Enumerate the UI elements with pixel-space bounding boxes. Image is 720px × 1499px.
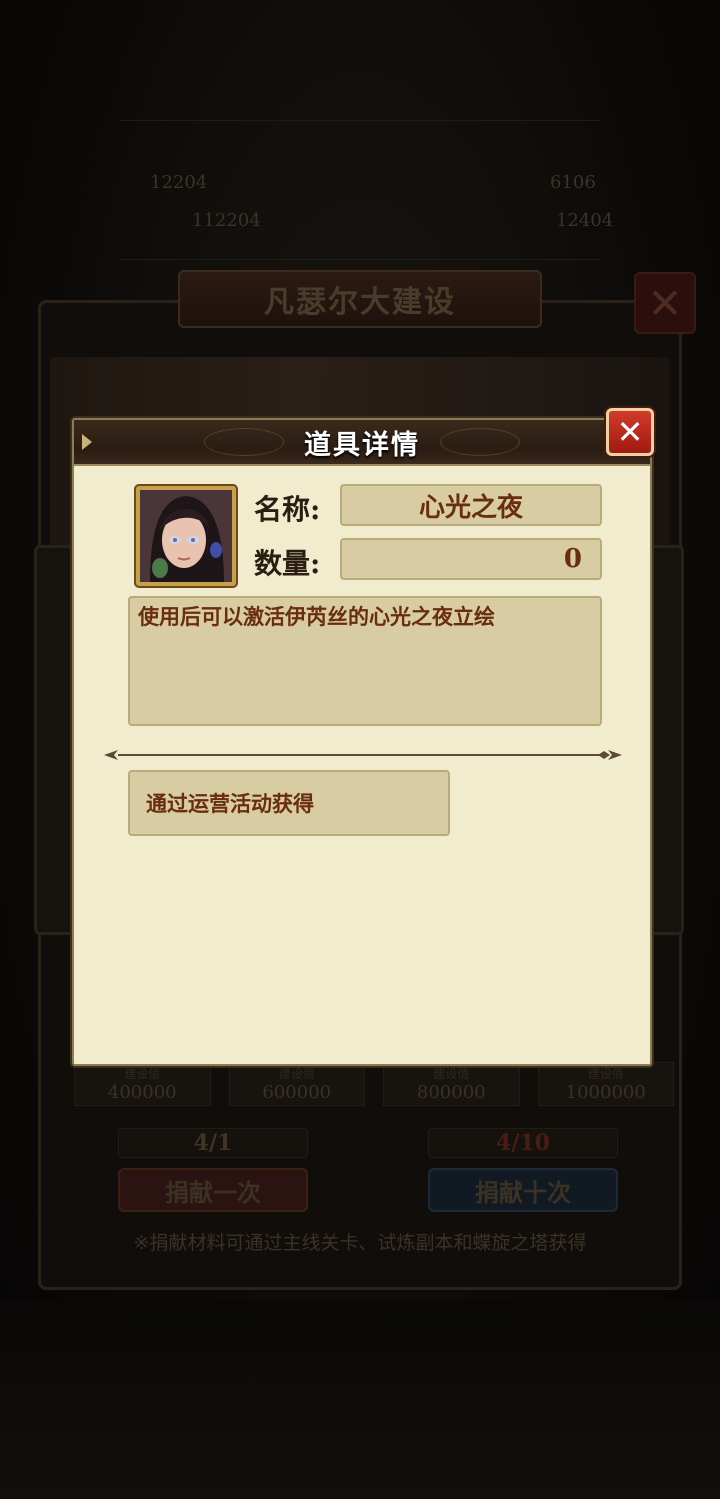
milestone-row: 建设值 400000 建设值 600000 建设值 800000 建设值 1000000 [74,1062,674,1106]
milestone-cell: 建设值 1000000 [537,1062,674,1106]
background-title-banner: 凡瑟尔大建设 [178,270,542,328]
donate-ten-button: 捐献十次 [428,1168,618,1212]
background-title: 凡瑟尔大建设 [264,285,456,320]
donate-once-button: 捐献一次 [118,1168,308,1212]
item-detail-dialog: 道具详情 名称: 心光之夜 数量: 0 使用后可以激活伊芮丝的心光之夜立绘 通过… [72,418,652,1066]
close-icon: ✕ [616,413,644,451]
item-quantity-field: 0 [340,538,602,580]
background-bottom-area [0,1300,720,1499]
close-dialog-button[interactable]: ✕ [606,408,654,456]
donate-count-right: 4/10 [428,1128,618,1158]
portrait-image [140,490,232,582]
item-name-field: 心光之夜 [340,484,602,526]
section-divider [104,750,622,760]
item-source-entry[interactable]: 通过运营活动获得 [128,770,450,836]
donate-count-left: 4/1 [118,1128,308,1158]
background-stat: 6106 [550,172,596,193]
milestone-cell: 建设值 400000 [74,1062,211,1106]
header-ornament [204,428,284,456]
milestone-cell: 建设值 800000 [383,1062,520,1106]
header-ornament [440,428,520,456]
background-close-icon: ✕ [634,272,696,334]
quantity-label: 数量: [254,547,321,580]
donate-note: ※捐献材料可通过主线关卡、试炼副本和蝶旋之塔获得 [133,1232,587,1254]
name-label: 名称: [254,493,321,526]
item-description: 使用后可以激活伊芮丝的心光之夜立绘 [128,596,602,726]
background-stat: 12404 [556,210,614,231]
background-stat: 112204 [192,210,261,231]
dialog-header: 道具详情 [74,420,650,466]
dialog-title: 道具详情 [304,429,420,461]
milestone-cell: 建设值 600000 [228,1062,365,1106]
header-arrow-icon [82,434,92,450]
background-stat: 12204 [150,172,208,193]
item-icon-portrait [136,486,236,586]
